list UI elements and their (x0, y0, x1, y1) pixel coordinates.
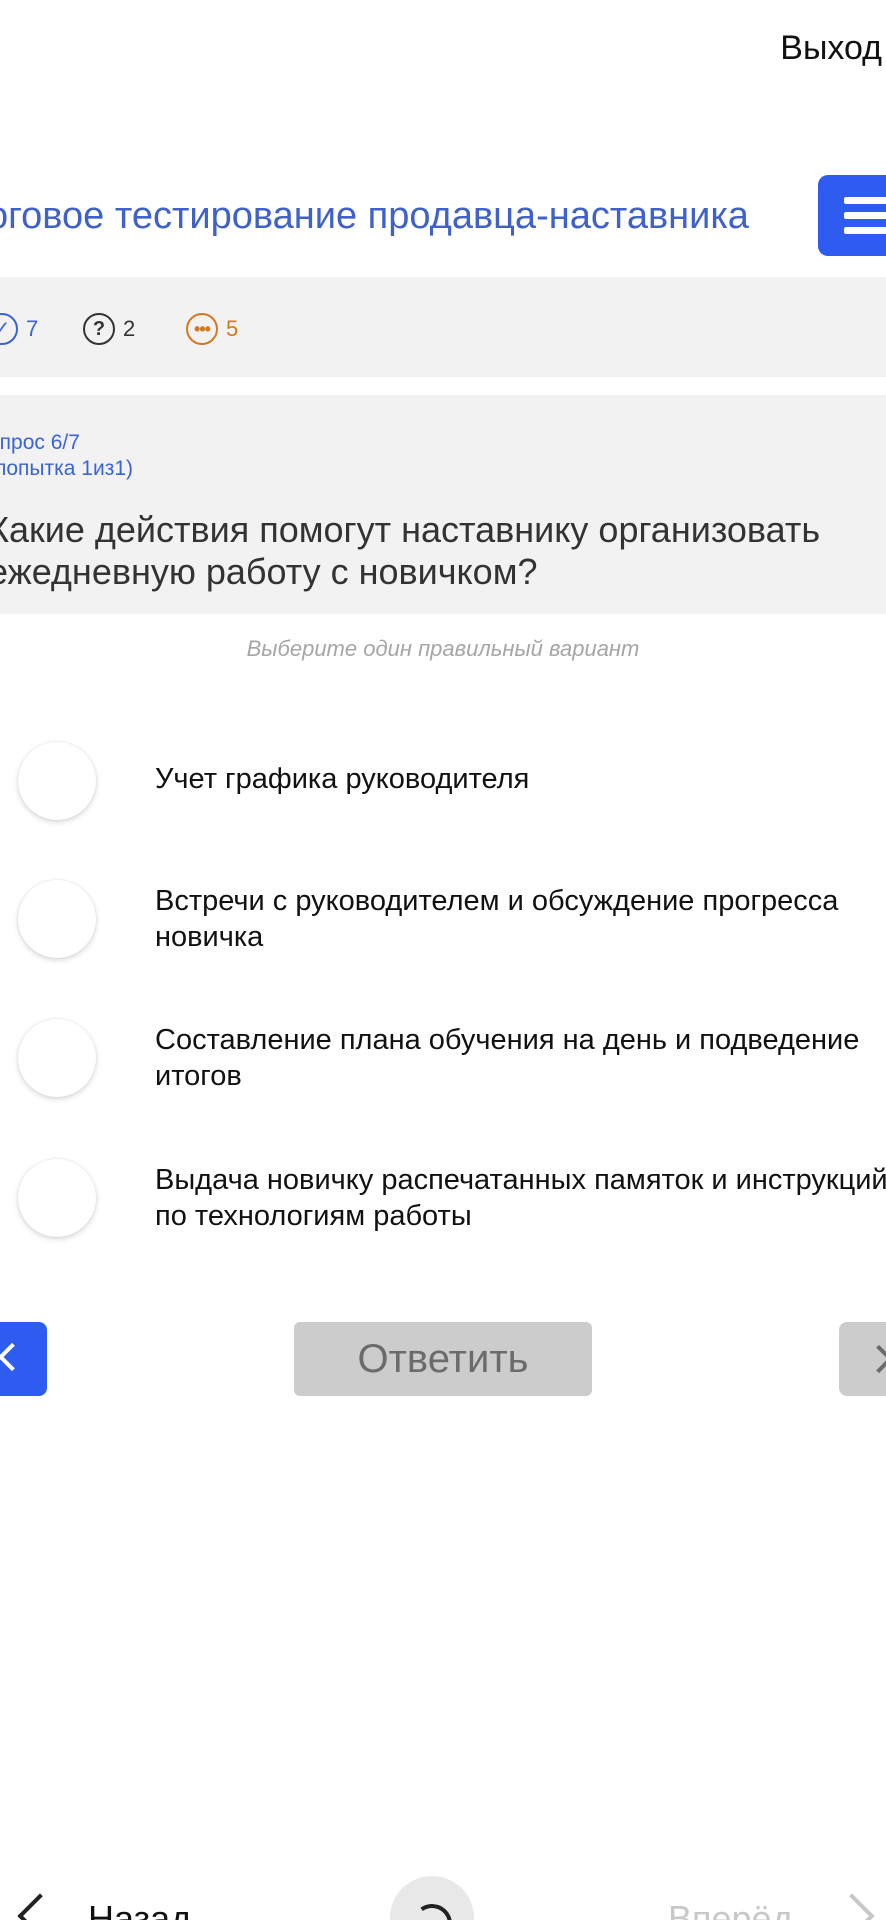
menu-icon-bar (844, 227, 886, 234)
menu-button[interactable] (818, 175, 886, 256)
chevron-left-icon (0, 1342, 27, 1372)
bottom-navigation: Назад Вперёд (0, 1860, 886, 1920)
next-question-button[interactable] (839, 1322, 886, 1396)
check-circle-icon: ✓ (0, 313, 18, 345)
skipped-count: 5 (226, 316, 239, 341)
reload-icon (408, 1900, 456, 1920)
answer-option[interactable]: Встречи с руководителем и обсуждение про… (0, 865, 886, 975)
ellipsis-circle-icon: ••• (186, 313, 218, 345)
previous-question-button[interactable] (0, 1322, 47, 1396)
unanswered-count: 2 (123, 316, 136, 341)
question-attempt: (попытка 1из1) (0, 457, 134, 480)
answered-count: 7 (26, 316, 39, 341)
menu-icon-bar (844, 212, 886, 219)
chevron-left-icon[interactable] (17, 1893, 63, 1920)
stat-skipped[interactable]: ••• 5 (186, 313, 238, 345)
option-label: Учет графика руководителя (155, 763, 530, 795)
radio-button[interactable] (18, 880, 96, 958)
stat-unanswered[interactable]: ? 2 (83, 313, 135, 345)
radio-button[interactable] (18, 1159, 96, 1237)
radio-button[interactable] (18, 742, 96, 820)
stats-bar: ✓ 7 ? 2 ••• 5 (0, 277, 886, 377)
question-circle-icon: ? (83, 313, 115, 345)
reload-button[interactable] (390, 1876, 474, 1920)
option-label: Встречи с руководителем и обсуждение про… (155, 885, 839, 953)
radio-button[interactable] (18, 1019, 96, 1097)
menu-icon (844, 197, 886, 204)
answer-hint: Выберите один правильный вариант (246, 636, 640, 661)
answer-option[interactable]: Составление плана обучения на день и под… (0, 1004, 886, 1114)
question-text: Какие действия помогут наставнику органи… (0, 509, 821, 592)
answer-option[interactable]: Выдача новичку распечатанных памяток и и… (0, 1143, 886, 1253)
nav-forward-button[interactable]: Вперёд (668, 1898, 793, 1920)
chevron-right-icon (864, 1344, 886, 1374)
answer-button[interactable]: Ответить (294, 1322, 592, 1396)
test-title: тоговое тестирование продавца-наставника (0, 195, 749, 237)
option-label: Выдача новичку распечатанных памяток и и… (155, 1164, 886, 1232)
chevron-right-icon[interactable] (829, 1893, 875, 1920)
question-panel: опрос 6/7 (попытка 1из1) Какие действия … (0, 395, 886, 614)
option-label: Составление плана обучения на день и под… (155, 1024, 860, 1092)
nav-back-button[interactable]: Назад (88, 1898, 191, 1920)
stat-answered[interactable]: ✓ 7 (0, 313, 38, 345)
exit-button[interactable]: Выход (780, 26, 882, 70)
answer-option[interactable]: Учет графика руководителя (0, 726, 886, 836)
question-number: опрос 6/7 (0, 431, 80, 454)
